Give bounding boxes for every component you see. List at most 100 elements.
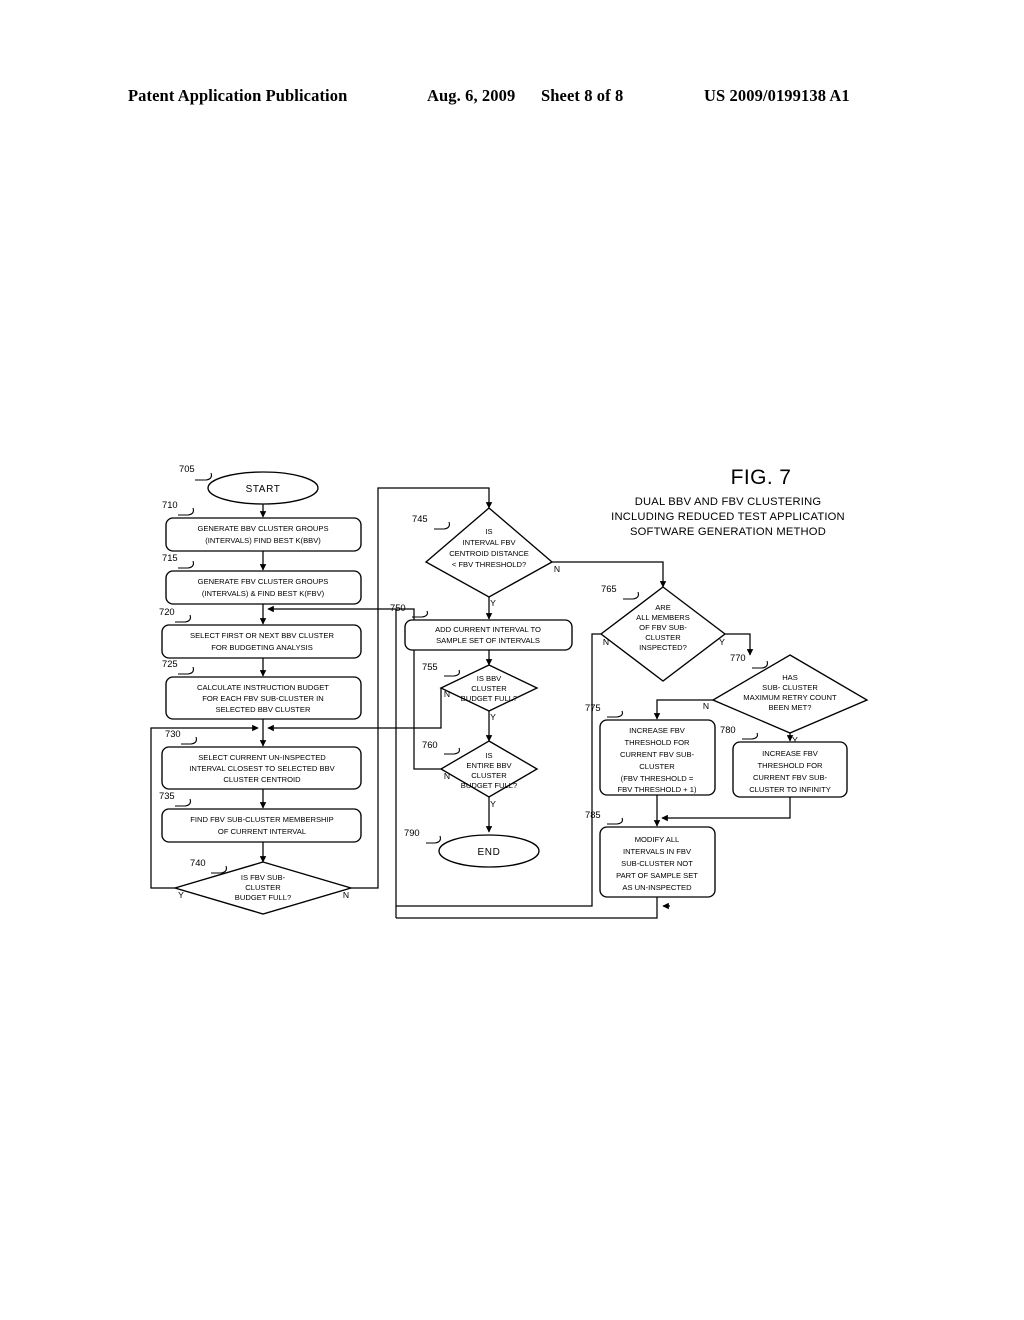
node-775-line5: (FBV THRESHOLD = (621, 774, 694, 783)
node-725-line2: FOR EACH FBV SUB-CLUSTER IN (202, 694, 324, 703)
node-765-line4: CLUSTER (645, 633, 681, 642)
node-755-branch-no: N (444, 689, 450, 699)
node-765-line5: INSPECTED? (639, 643, 687, 652)
node-715-line1: GENERATE FBV CLUSTER GROUPS (198, 577, 329, 586)
ref-750: 750 (390, 602, 406, 613)
node-770-line2: SUB- CLUSTER (762, 683, 818, 692)
node-745-branch-no: N (554, 564, 560, 574)
node-775-line4: CLUSTER (639, 762, 675, 771)
patent-page: Patent Application Publication Aug. 6, 2… (0, 0, 1024, 1320)
connector-785-bottom-return (396, 897, 658, 919)
ref-710: 710 (162, 499, 178, 510)
node-770-line1: HAS (782, 673, 798, 682)
figure-subtitle-line1: DUAL BBV AND FBV CLUSTERING (635, 496, 822, 508)
node-785-line4: PART OF SAMPLE SET (616, 871, 698, 880)
node-770-line3: MAXIMUM RETRY COUNT (743, 693, 837, 702)
node-775-line2: THRESHOLD FOR (625, 738, 690, 747)
node-740-line1: IS FBV SUB- (241, 873, 286, 882)
ref-765: 765 (601, 583, 617, 594)
node-730-process: SELECT CURRENT UN-INSPECTED INTERVAL CLO… (161, 728, 362, 790)
node-785-line3: SUB-CLUSTER NOT (621, 859, 693, 868)
node-715-line2: (INTERVALS) & FIND BEST K(FBV) (202, 589, 325, 598)
node-730-line1: SELECT CURRENT UN-INSPECTED (198, 753, 326, 762)
ref-775: 775 (585, 702, 601, 713)
node-725-process: CALCULATE INSTRUCTION BUDGET FOR EACH FB… (162, 658, 362, 720)
ref-720: 720 (159, 606, 175, 617)
node-755-branch-yes: Y (490, 712, 496, 722)
node-765-line3: OF FBV SUB- (639, 623, 687, 632)
node-765-branch-no: N (603, 637, 609, 647)
node-775-line1: INCREASE FBV (629, 726, 686, 735)
node-785-line1: MODIFY ALL (635, 835, 680, 844)
ref-745: 745 (412, 513, 428, 524)
ref-715: 715 (162, 552, 178, 563)
node-780-line4: CLUSTER TO INFINITY (749, 785, 831, 794)
ref-725: 725 (162, 658, 178, 669)
node-780-line2: THRESHOLD FOR (758, 761, 823, 770)
node-745-line3: CENTROID DISTANCE (449, 549, 529, 558)
node-745-decision: IS INTERVAL FBV CENTROID DISTANCE < FBV … (412, 507, 560, 608)
node-755-line1: IS BBV (477, 674, 502, 683)
node-770-branch-no: N (703, 701, 709, 711)
node-775-line6: FBV THRESHOLD + 1) (618, 785, 697, 794)
node-790-label: END (478, 847, 501, 858)
node-725-line1: CALCULATE INSTRUCTION BUDGET (197, 683, 329, 692)
node-750-line1: ADD CURRENT INTERVAL TO (435, 625, 541, 634)
figure-title-block: FIG. 7 DUAL BBV AND FBV CLUSTERING INCLU… (611, 466, 845, 538)
ref-790: 790 (404, 827, 420, 838)
node-745-line2: INTERVAL FBV (462, 538, 516, 547)
node-760-line2: ENTIRE BBV (466, 761, 512, 770)
node-745-line4: < FBV THRESHOLD? (452, 560, 526, 569)
node-765-branch-yes: Y (719, 637, 725, 647)
node-710-line1: GENERATE BBV CLUSTER GROUPS (197, 524, 328, 533)
node-760-branch-no: N (444, 771, 450, 781)
node-740-line3: BUDGET FULL? (235, 893, 291, 902)
node-710-line2: (INTERVALS) FIND BEST K(BBV) (205, 536, 321, 545)
ref-735: 735 (159, 790, 175, 801)
node-765-line2: ALL MEMBERS (636, 613, 690, 622)
node-745-branch-yes: Y (490, 598, 496, 608)
node-770-line4: BEEN MET? (768, 703, 811, 712)
node-760-line4: BUDGET FULL? (461, 781, 517, 790)
node-720-line2: FOR BUDGETING ANALYSIS (211, 643, 313, 652)
node-740-branch-no: N (343, 890, 349, 900)
node-785-line5: AS UN-INSPECTED (622, 883, 692, 892)
node-730-line2: INTERVAL CLOSEST TO SELECTED BBV (189, 764, 335, 773)
node-755-line2: CLUSTER (471, 684, 507, 693)
ref-755: 755 (422, 661, 438, 672)
connector-780-785 (661, 797, 791, 822)
node-740-decision: IS FBV SUB- CLUSTER BUDGET FULL? Y N 740 (172, 857, 354, 915)
ref-785: 785 (585, 809, 601, 820)
node-735-line1: FIND FBV SUB-CLUSTER MEMBERSHIP (190, 815, 333, 824)
node-735-process: FIND FBV SUB-CLUSTER MEMBERSHIP OF CURRE… (159, 790, 362, 843)
ref-780: 780 (720, 724, 736, 735)
node-755-line3: BUDGET FULL? (461, 694, 517, 703)
figure-7-flowchart: START 705 GENERATE BBV CLUSTER GROUPS (I… (0, 0, 1024, 1320)
node-730-line3: CLUSTER CENTROID (223, 775, 301, 784)
node-760-decision: IS ENTIRE BBV CLUSTER BUDGET FULL? Y N 7… (422, 739, 539, 809)
node-750-line2: SAMPLE SET OF INTERVALS (436, 636, 540, 645)
figure-subtitle-line3: SOFTWARE GENERATION METHOD (630, 526, 826, 538)
node-705-start: START 705 (179, 463, 319, 505)
node-765-line1: ARE (655, 603, 671, 612)
node-720-line1: SELECT FIRST OR NEXT BBV CLUSTER (190, 631, 334, 640)
node-720-process: SELECT FIRST OR NEXT BBV CLUSTER FOR BUD… (159, 606, 362, 659)
ref-730: 730 (165, 728, 181, 739)
node-760-line1: IS (485, 751, 492, 760)
node-750-process: ADD CURRENT INTERVAL TO SAMPLE SET OF IN… (390, 602, 573, 651)
node-780-line1: INCREASE FBV (762, 749, 819, 758)
node-755-decision: IS BBV CLUSTER BUDGET FULL? Y N 755 (422, 661, 539, 722)
node-760-line3: CLUSTER (471, 771, 507, 780)
node-715-process: GENERATE FBV CLUSTER GROUPS (INTERVALS) … (162, 552, 362, 605)
figure-subtitle-line2: INCLUDING REDUCED TEST APPLICATION (611, 511, 845, 523)
ref-770: 770 (730, 652, 746, 663)
node-745-line1: IS (485, 527, 492, 536)
ref-705: 705 (179, 463, 195, 474)
ref-740: 740 (190, 857, 206, 868)
node-785-line2: INTERVALS IN FBV (623, 847, 692, 856)
node-705-label: START (246, 484, 281, 495)
node-780-process: INCREASE FBV THRESHOLD FOR CURRENT FBV S… (720, 724, 848, 798)
node-735-line2: OF CURRENT INTERVAL (218, 827, 306, 836)
figure-label: FIG. 7 (731, 466, 792, 489)
node-790-end: END 790 (404, 827, 540, 868)
